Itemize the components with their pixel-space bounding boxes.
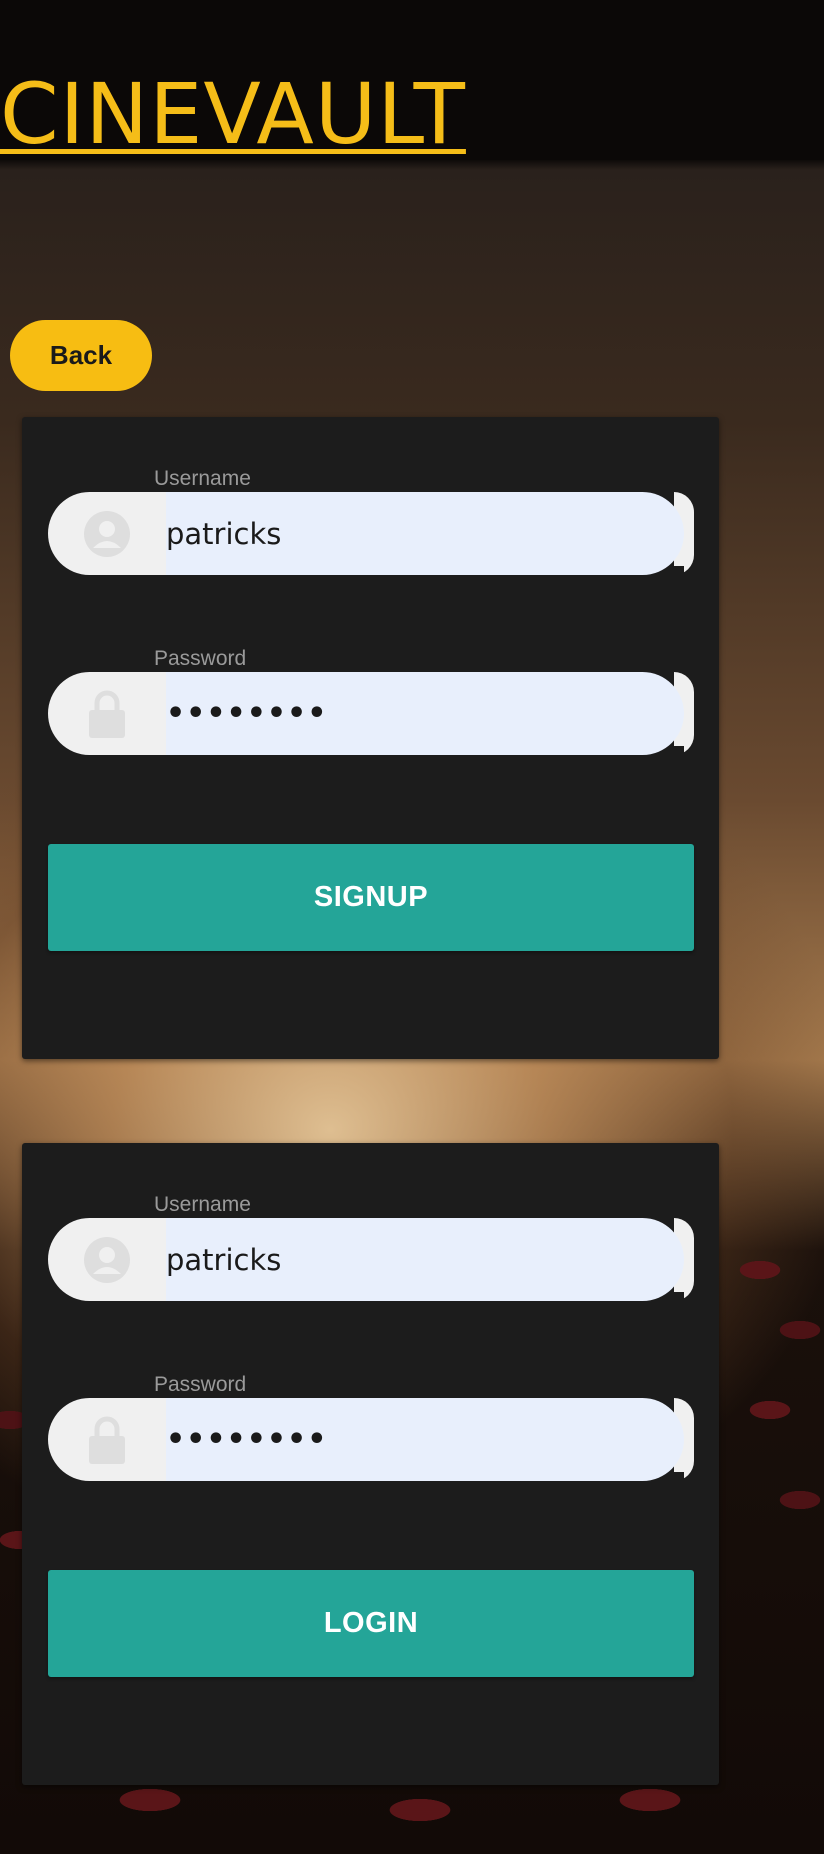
signup-card: Username patricks Password •••••••• SIGN… [22, 417, 719, 1059]
lock-icon [48, 1398, 166, 1481]
signup-username-field[interactable]: patricks [48, 492, 694, 575]
signup-password-label: Password [154, 647, 247, 670]
lock-icon [48, 672, 166, 755]
login-username-input[interactable]: patricks [166, 1218, 684, 1301]
brand-logo-link[interactable]: CINEVAULT [0, 72, 466, 156]
user-icon [48, 492, 166, 575]
input-edge-mask [674, 566, 684, 575]
user-icon [48, 1218, 166, 1301]
login-password-value: •••••••• [166, 1422, 328, 1457]
login-username-field[interactable]: patricks [48, 1218, 694, 1301]
input-edge-mask [674, 746, 684, 755]
top-bar: CINEVAULT [0, 0, 824, 160]
login-username-value: patricks [166, 1242, 282, 1277]
signup-username-value: patricks [166, 516, 282, 551]
input-edge-mask [674, 1472, 684, 1481]
login-password-field[interactable]: •••••••• [48, 1398, 694, 1481]
login-password-input[interactable]: •••••••• [166, 1398, 684, 1481]
signup-username-label: Username [154, 467, 251, 490]
signup-password-field[interactable]: •••••••• [48, 672, 694, 755]
back-button[interactable]: Back [10, 320, 152, 391]
input-edge-mask [674, 1292, 684, 1301]
signup-button[interactable]: SIGNUP [48, 844, 694, 951]
login-password-label: Password [154, 1373, 247, 1396]
signup-username-input[interactable]: patricks [166, 492, 684, 575]
signup-password-input[interactable]: •••••••• [166, 672, 684, 755]
login-button[interactable]: LOGIN [48, 1570, 694, 1677]
login-username-label: Username [154, 1193, 251, 1216]
signup-password-value: •••••••• [166, 696, 328, 731]
login-card: Username patricks Password •••••••• LOGI… [22, 1143, 719, 1785]
